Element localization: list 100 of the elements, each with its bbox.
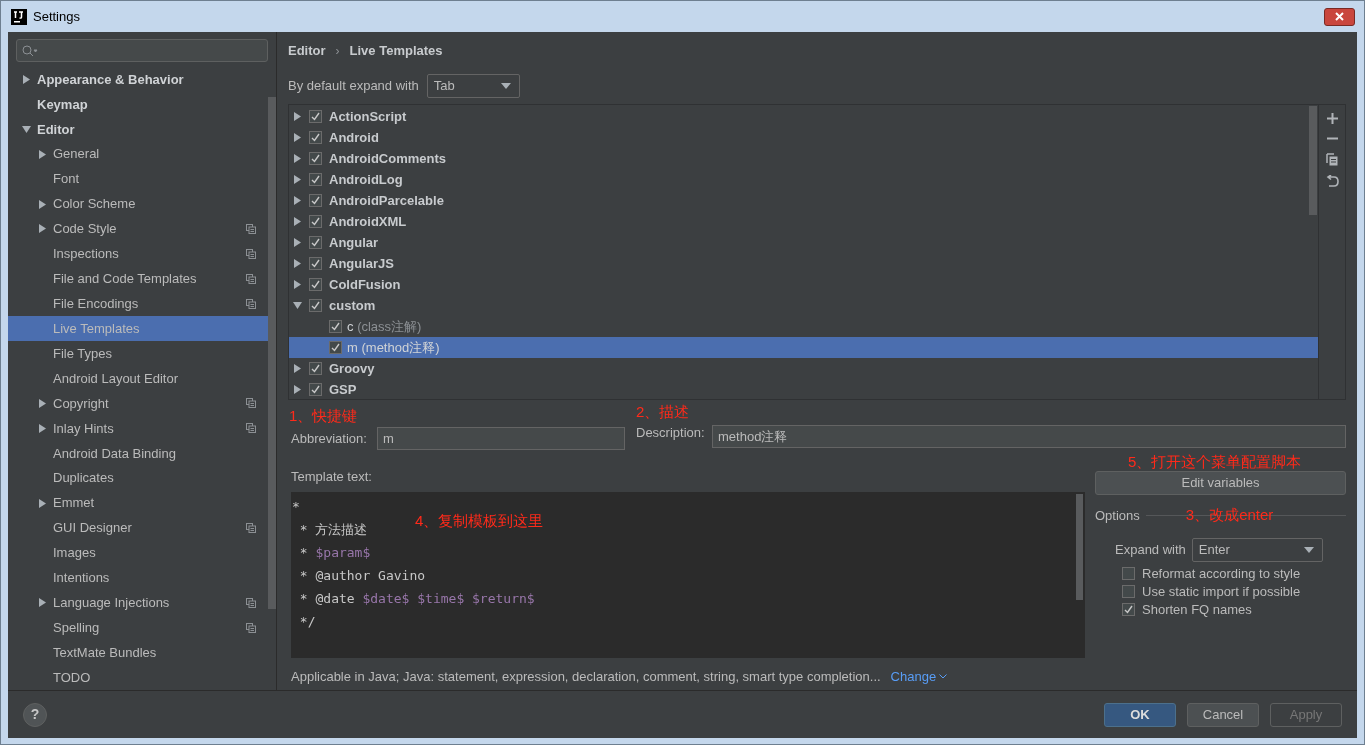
sidebar-item[interactable]: General [8,141,268,167]
checkbox[interactable] [309,152,322,165]
sidebar-item[interactable]: File and Code Templates [8,266,268,292]
checkbox[interactable] [309,362,322,375]
scrollbar[interactable] [268,97,276,609]
section-title: Options [1095,507,1140,525]
template-row[interactable]: m (method注释) [289,337,1318,358]
collapsed-triangle-icon[interactable] [293,385,302,394]
collapsed-triangle-icon[interactable] [293,217,302,226]
collapsed-triangle-icon[interactable] [293,175,302,184]
description-field[interactable]: method注释 [712,425,1346,448]
template-group-row[interactable]: AndroidComments [289,148,1318,169]
checkbox[interactable] [309,110,322,123]
expand-with-dropdown[interactable]: Enter [1191,537,1323,562]
change-link[interactable]: Change [890,666,948,686]
sidebar-item[interactable]: Emmet [8,490,268,516]
collapsed-triangle-icon[interactable] [293,112,302,121]
sidebar-item[interactable]: Color Scheme [8,191,268,217]
checkbox[interactable] [309,236,322,249]
edit-variables-button[interactable]: Edit variables [1095,471,1346,495]
template-editor[interactable]: * * 方法描述 4、复制模板到这里 * $param$ * @author Gavino * @date $date$ $time$ $return$ */ [291,491,1085,658]
dialog-button[interactable]: OK [1104,702,1176,727]
undo-icon[interactable] [1325,175,1339,187]
template-group-row[interactable]: AndroidXML [289,211,1318,232]
checkbox[interactable] [309,173,322,186]
checkbox-label[interactable]: Shorten FQ names [1142,599,1252,620]
search-field[interactable] [16,39,268,62]
sidebar-item[interactable]: Appearance & Behavior [8,67,268,92]
sidebar-item[interactable]: Inspections [8,241,268,267]
collapsed-triangle-icon[interactable] [38,149,47,159]
collapsed-triangle-icon[interactable] [38,199,47,209]
checkbox[interactable] [309,131,322,144]
checkbox[interactable] [309,257,322,270]
help-button[interactable]: ? [23,702,47,727]
template-group-row[interactable]: Android [289,127,1318,148]
checkbox[interactable] [309,299,322,312]
sidebar-item[interactable]: File Types [8,341,268,367]
checkbox[interactable] [1122,585,1135,598]
checkbox[interactable] [309,194,322,207]
template-group-row[interactable]: ColdFusion [289,274,1318,295]
sidebar-item[interactable]: Images [8,540,268,566]
checkbox-label[interactable]: Use static import if possible [1142,581,1301,602]
sidebar-item[interactable]: Android Layout Editor [8,366,268,391]
abbreviation-field[interactable]: m [376,427,625,450]
sidebar-item[interactable]: Copyright [8,391,268,416]
template-group-row[interactable]: ActionScript [289,106,1318,127]
template-group-row[interactable]: AngularJS [289,253,1318,274]
scrollbar[interactable] [1309,106,1317,215]
scrollbar[interactable] [1076,493,1083,600]
collapsed-triangle-icon[interactable] [293,364,302,373]
collapsed-triangle-icon[interactable] [38,498,47,508]
dialog-button[interactable]: Cancel [1187,702,1259,727]
close-button[interactable] [1324,7,1355,26]
template-group-row[interactable]: GSP [289,379,1318,400]
collapsed-triangle-icon[interactable] [293,280,302,289]
checkbox[interactable] [1122,567,1135,580]
collapsed-triangle-icon[interactable] [293,259,302,268]
checkbox[interactable] [309,215,322,228]
sidebar-item[interactable]: Intentions [8,565,268,591]
copy-icon [246,273,256,284]
sidebar-item[interactable]: GUI Designer [8,515,268,541]
copy-icon[interactable] [1326,153,1338,166]
expanded-triangle-icon[interactable] [22,124,31,134]
checkbox[interactable] [1122,603,1135,616]
checkbox[interactable] [309,383,322,396]
checkbox[interactable] [329,341,342,354]
sidebar-item[interactable]: Inlay Hints [8,415,268,441]
collapsed-triangle-icon[interactable] [38,224,47,234]
sidebar-item[interactable]: Editor [8,116,268,142]
collapsed-triangle-icon[interactable] [38,423,47,433]
sidebar-item[interactable]: Keymap [8,91,268,117]
checkbox[interactable] [309,278,322,291]
sidebar-item[interactable]: File Encodings [8,291,268,317]
template-row[interactable]: c (class注解) [289,316,1318,337]
plus-icon[interactable] [1326,113,1338,124]
collapsed-triangle-icon[interactable] [293,238,302,247]
collapsed-triangle-icon[interactable] [38,598,47,608]
checkbox-label[interactable]: Reformat according to style [1142,563,1301,584]
template-group-row[interactable]: AndroidParcelable [289,190,1318,211]
template-group-row[interactable]: Groovy [289,358,1318,379]
collapsed-triangle-icon[interactable] [293,154,302,163]
sidebar-item[interactable]: Duplicates [8,465,268,491]
sidebar-item[interactable]: TODO [8,665,268,690]
sidebar-item[interactable]: Font [8,166,268,192]
collapsed-triangle-icon[interactable] [38,398,47,408]
template-group-row[interactable]: custom [289,295,1318,316]
collapsed-triangle-icon[interactable] [293,133,302,142]
sidebar-item[interactable]: TextMate Bundles [8,640,268,666]
copy-icon [246,224,256,234]
collapsed-triangle-icon[interactable] [22,74,31,84]
expanded-triangle-icon[interactable] [293,301,302,310]
collapsed-triangle-icon[interactable] [293,196,302,205]
checkbox[interactable] [329,320,342,333]
sidebar-item[interactable]: Language Injections [8,590,268,616]
template-group-row[interactable]: AndroidLog [289,169,1318,190]
template-group-row[interactable]: Angular [289,232,1318,253]
sidebar-item[interactable]: Android Data Binding [8,440,268,466]
sidebar-item[interactable]: Spelling [8,615,268,641]
expand-dropdown[interactable]: Tab [426,74,520,98]
sidebar-item[interactable]: Code Style [8,216,268,242]
